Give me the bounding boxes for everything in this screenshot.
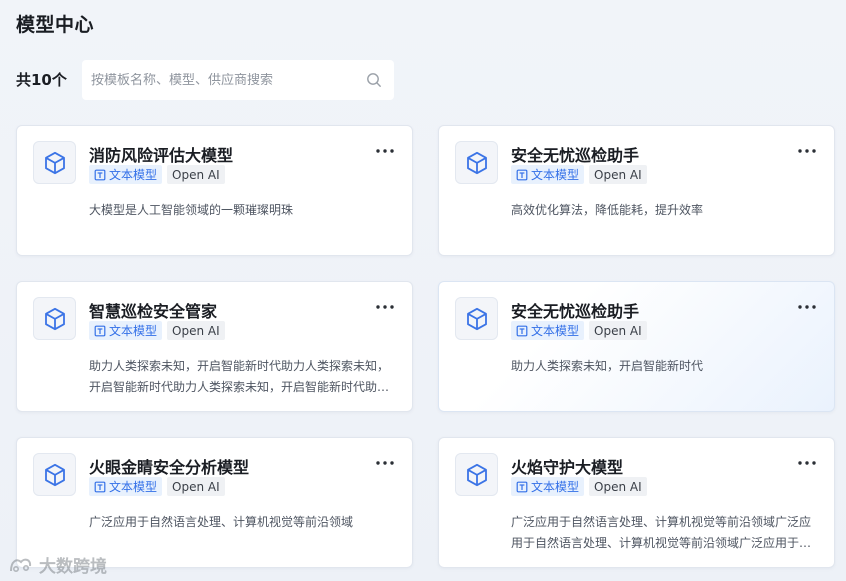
provider-tag: Open AI bbox=[167, 321, 225, 340]
type-tag-label: 文本模型 bbox=[109, 168, 158, 182]
search-icon[interactable] bbox=[366, 72, 382, 88]
model-center-page: 模型中心 共10个 消防风险评估大模型 bbox=[0, 0, 846, 581]
provider-tag: Open AI bbox=[589, 321, 647, 340]
more-horizontal-icon[interactable] bbox=[796, 297, 818, 317]
more-horizontal-icon[interactable] bbox=[796, 141, 818, 161]
model-tags: 文本模型 Open AI bbox=[89, 165, 225, 184]
provider-tag: Open AI bbox=[589, 165, 647, 184]
provider-tag: Open AI bbox=[589, 477, 647, 496]
provider-tag: Open AI bbox=[167, 477, 225, 496]
type-tag: 文本模型 bbox=[89, 165, 163, 184]
type-tag: 文本模型 bbox=[89, 321, 163, 340]
cube-icon bbox=[455, 453, 498, 496]
text-doc-icon bbox=[516, 481, 528, 492]
model-card[interactable]: 安全无忧巡检助手 文本模型 Open AI 助力人类探索未知，开启智能新时代 bbox=[438, 281, 835, 412]
model-description: 助力人类探索未知，开启智能新时代 bbox=[511, 359, 704, 373]
model-count: 共10个 bbox=[16, 71, 67, 89]
more-horizontal-icon[interactable] bbox=[796, 453, 818, 473]
model-card[interactable]: 智慧巡检安全管家 文本模型 Open AI 助力人类探索未知，开启智能新时代助力… bbox=[16, 281, 413, 412]
more-horizontal-icon[interactable] bbox=[374, 297, 396, 317]
search-input[interactable] bbox=[91, 72, 366, 88]
text-doc-icon bbox=[94, 169, 106, 180]
cube-icon bbox=[33, 453, 76, 496]
model-card[interactable]: 安全无忧巡检助手 文本模型 Open AI 高效优化算法，降低能耗，提升效率 bbox=[438, 125, 835, 256]
type-tag-label: 文本模型 bbox=[109, 324, 158, 338]
type-tag: 文本模型 bbox=[511, 477, 585, 496]
model-name: 安全无忧巡检助手 bbox=[511, 146, 640, 165]
watermark: 大数跨境 bbox=[8, 552, 107, 577]
cube-icon bbox=[455, 141, 498, 184]
model-tags: 文本模型 Open AI bbox=[511, 165, 647, 184]
model-card[interactable]: 火眼金睛安全分析模型 文本模型 Open AI 广泛应用于自然语言处理、计算机视… bbox=[16, 437, 413, 568]
model-description: 大模型是人工智能领域的一颗璀璨明珠 bbox=[89, 203, 294, 217]
model-name: 火焰守护大模型 bbox=[511, 458, 624, 477]
cube-icon bbox=[455, 297, 498, 340]
watermark-logo-icon bbox=[10, 558, 32, 572]
model-description: 广泛应用于自然语言处理、计算机视觉等前沿领域 bbox=[89, 515, 354, 529]
cube-icon bbox=[33, 141, 76, 184]
more-horizontal-icon[interactable] bbox=[374, 453, 396, 473]
model-tags: 文本模型 Open AI bbox=[89, 321, 225, 340]
type-tag: 文本模型 bbox=[89, 477, 163, 496]
model-card[interactable]: 火焰守护大模型 文本模型 Open AI 广泛应用于自然语言处理、计算机视觉等前… bbox=[438, 437, 835, 568]
model-name: 火眼金睛安全分析模型 bbox=[89, 458, 250, 477]
watermark-text: 大数跨境 bbox=[39, 557, 107, 577]
type-tag-label: 文本模型 bbox=[109, 480, 158, 494]
search-box[interactable] bbox=[82, 60, 394, 100]
model-tags: 文本模型 Open AI bbox=[511, 477, 647, 496]
model-tags: 文本模型 Open AI bbox=[511, 321, 647, 340]
cube-icon bbox=[33, 297, 76, 340]
model-description: 广泛应用于自然语言处理、计算机视觉等前沿领域广泛应用于自然语言处理、计算机视觉等… bbox=[511, 515, 812, 550]
provider-tag: Open AI bbox=[167, 165, 225, 184]
model-name: 消防风险评估大模型 bbox=[89, 146, 234, 165]
type-tag-label: 文本模型 bbox=[531, 480, 580, 494]
model-tags: 文本模型 Open AI bbox=[89, 477, 225, 496]
type-tag: 文本模型 bbox=[511, 321, 585, 340]
type-tag-label: 文本模型 bbox=[531, 168, 580, 182]
text-doc-icon bbox=[516, 169, 528, 180]
model-name: 安全无忧巡检助手 bbox=[511, 302, 640, 321]
model-description: 助力人类探索未知，开启智能新时代助力人类探索未知，开启智能新时代助力人类探索未知… bbox=[89, 359, 390, 394]
type-tag-label: 文本模型 bbox=[531, 324, 580, 338]
model-description: 高效优化算法，降低能耗，提升效率 bbox=[511, 203, 704, 217]
text-doc-icon bbox=[516, 325, 528, 336]
model-card[interactable]: 消防风险评估大模型 文本模型 Open AI 大模型是人工智能领域的一颗璀璨明珠 bbox=[16, 125, 413, 256]
more-horizontal-icon[interactable] bbox=[374, 141, 396, 161]
page-title: 模型中心 bbox=[16, 14, 95, 36]
type-tag: 文本模型 bbox=[511, 165, 585, 184]
model-name: 智慧巡检安全管家 bbox=[89, 302, 218, 321]
text-doc-icon bbox=[94, 325, 106, 336]
text-doc-icon bbox=[94, 481, 106, 492]
